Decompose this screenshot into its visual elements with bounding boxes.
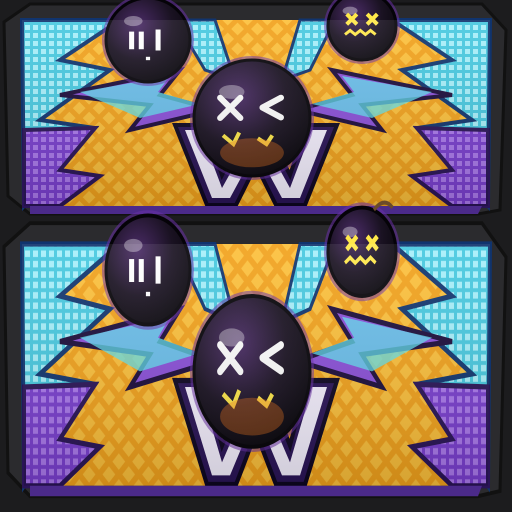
atlas-svg: [2, 0, 508, 499]
panel-shade: [22, 20, 490, 206]
bottom-band: [30, 485, 482, 497]
sticker-panel-1: [2, 0, 508, 216]
panel-shade: [22, 244, 490, 486]
bottom-band: [30, 206, 482, 214]
sticker-texture-atlas: [0, 0, 512, 512]
sticker-panel-2: [2, 200, 508, 499]
